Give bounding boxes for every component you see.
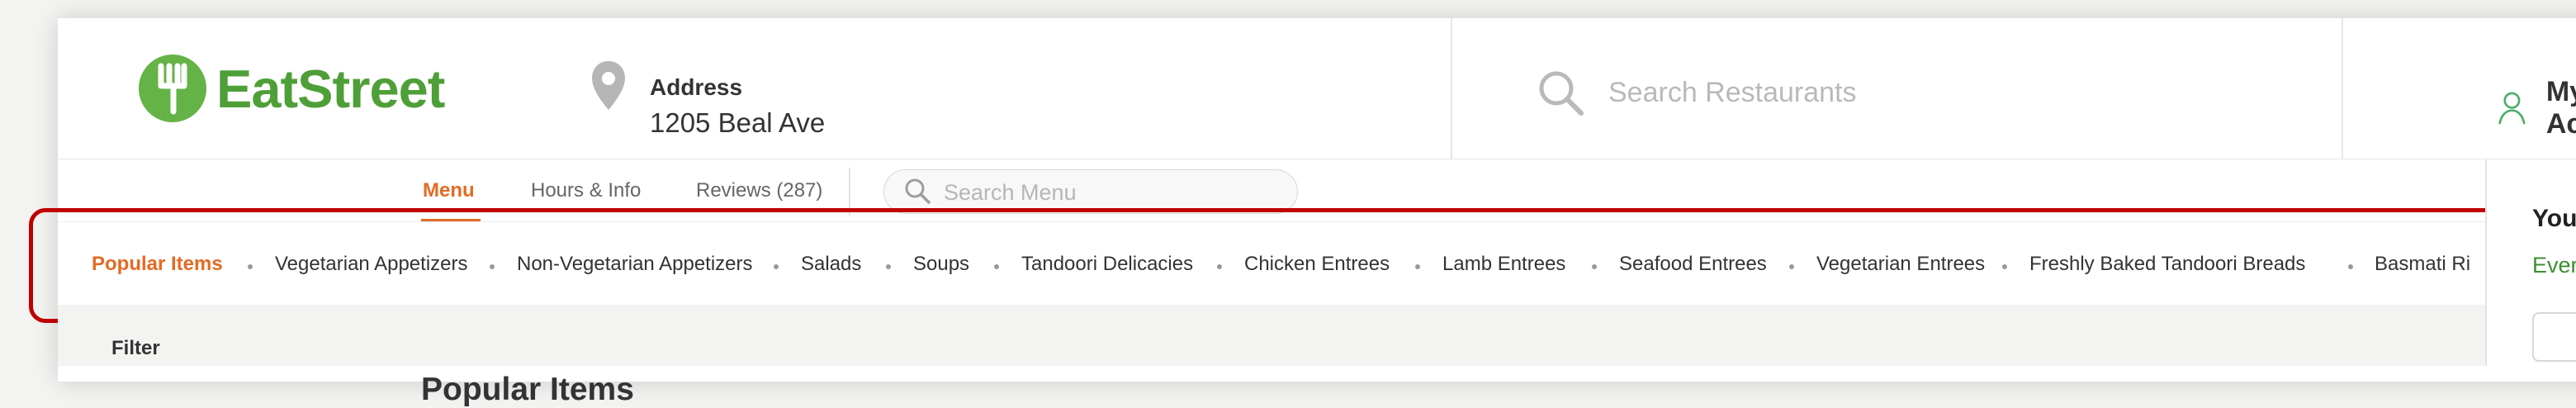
restaurant-search-placeholder[interactable]: Search Restaurants [1608, 77, 1857, 109]
site-header: EatStreet Address 1205 Beal Ave Search R… [58, 18, 2576, 160]
address-text-group: Address 1205 Beal Ave [650, 59, 825, 139]
order-panel-box [2532, 312, 2576, 362]
menu-search-input[interactable]: Search Menu [883, 169, 1298, 214]
search-icon [1539, 71, 1584, 116]
delivery-address[interactable]: Address 1205 Beal Ave [590, 59, 825, 139]
location-pin-icon [592, 61, 625, 110]
order-panel-title: Your [2532, 205, 2576, 232]
popular-items-heading: Popular Items [421, 372, 634, 408]
tab-hours-info[interactable]: Hours & Info [531, 179, 641, 202]
tab-menu[interactable]: Menu [423, 179, 475, 202]
menu-content-area [58, 305, 2485, 366]
fork-icon [139, 55, 206, 122]
filter-label[interactable]: Filter [111, 337, 160, 360]
address-label: Address [650, 74, 743, 100]
tab-reviews[interactable]: Reviews (287) [696, 179, 822, 202]
brand-name: EatStreet [216, 58, 445, 119]
address-value: 1205 Beal Ave [650, 107, 826, 138]
header-divider-account [2342, 18, 2343, 159]
header-divider-search [1451, 18, 1452, 159]
search-icon [905, 178, 930, 204]
restaurant-search[interactable]: Search Restaurants [1536, 68, 1857, 117]
account-label[interactable]: My Ac [2546, 76, 2576, 140]
order-panel-restaurant-link[interactable]: Everg [2532, 253, 2576, 278]
eatstreet-logo[interactable]: EatStreet [139, 55, 445, 122]
menu-search-placeholder[interactable]: Search Menu [944, 180, 1077, 206]
user-icon [2498, 92, 2526, 125]
account-menu[interactable]: My Ac [2498, 76, 2576, 140]
